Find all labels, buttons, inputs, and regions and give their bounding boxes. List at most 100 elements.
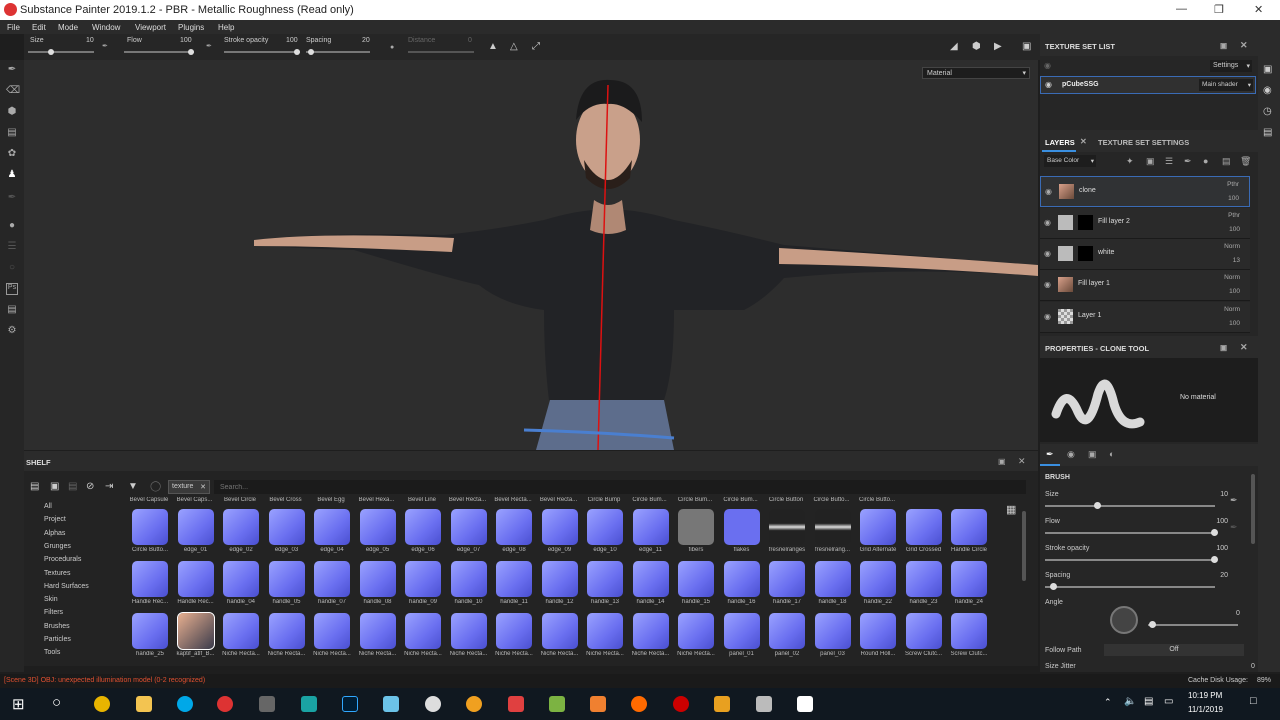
pen-pressure-icon[interactable]: ✒ <box>1230 495 1238 506</box>
effect-icon[interactable]: ✦ <box>1126 156 1134 167</box>
layer-row[interactable]: ◉ Fill layer 2 Pthr 100 <box>1040 208 1250 239</box>
resource-thumbnail[interactable] <box>314 613 350 649</box>
material-tab-icon[interactable]: ◐ <box>1109 449 1114 459</box>
close-icon[interactable]: ✕ <box>1254 3 1263 16</box>
layer-row[interactable]: ◉ Layer 1 Norm 100 <box>1040 302 1250 333</box>
eraser-icon[interactable]: ⌫ <box>6 85 20 97</box>
category-particles[interactable]: Particles <box>44 636 71 643</box>
resource-thumbnail[interactable] <box>769 509 805 545</box>
shader-dropdown[interactable]: Main shader ▾ <box>1199 79 1253 91</box>
display-settings-icon[interactable]: ▣ <box>1263 64 1272 75</box>
minimize-icon[interactable]: — <box>1176 3 1187 15</box>
resource-thumbnail[interactable] <box>541 509 578 545</box>
new-folder-icon[interactable]: ▣ <box>50 481 59 492</box>
battery-icon[interactable]: ▭ <box>1164 696 1173 707</box>
texture-set-item[interactable]: ◉ pCubeSSG Main shader ▾ <box>1040 76 1256 94</box>
eye-icon[interactable]: ◉ <box>1045 80 1052 89</box>
spacing-slider-handle[interactable] <box>308 49 314 55</box>
resource-thumbnail[interactable] <box>678 561 714 597</box>
flow-slider[interactable] <box>124 51 194 53</box>
resource-thumbnail[interactable] <box>814 561 851 597</box>
menu-edit[interactable]: Edit <box>32 23 46 32</box>
resource-thumbnail[interactable] <box>905 613 942 649</box>
alpha-tab-icon[interactable]: ◉ <box>1067 449 1075 460</box>
perspective-icon[interactable]: ◢ <box>950 41 958 52</box>
eye-icon[interactable]: ◉ <box>1044 280 1051 289</box>
resource-thumbnail[interactable] <box>769 561 805 597</box>
eye-icon[interactable]: ◉ <box>1044 61 1051 70</box>
spacing-value[interactable]: 20 <box>362 37 370 44</box>
log-icon[interactable]: ▤ <box>1263 127 1272 138</box>
resource-thumbnail[interactable] <box>905 561 942 597</box>
shelf-search-input[interactable] <box>214 480 1026 494</box>
brush-flow-value[interactable]: 100 <box>1216 518 1228 525</box>
resource-thumbnail[interactable] <box>359 509 396 545</box>
resource-thumbnail[interactable] <box>496 509 532 545</box>
add-mask-icon[interactable]: ▣ <box>1146 156 1155 167</box>
pen-pressure-icon[interactable]: ✒ <box>102 42 108 50</box>
distance-slider[interactable] <box>408 51 474 53</box>
resource-thumbnail[interactable] <box>359 613 396 649</box>
stroke-opacity-value[interactable]: 100 <box>286 37 298 44</box>
resource-thumbnail[interactable] <box>223 561 259 597</box>
windows-start-icon[interactable]: ⊞ <box>12 695 25 713</box>
obs-icon[interactable] <box>259 696 275 712</box>
photoshop-icon[interactable] <box>342 696 358 712</box>
chevron-up-icon[interactable]: ⌃ <box>1104 697 1112 708</box>
category-tools[interactable]: Tools <box>44 649 60 656</box>
brush-spacing-value[interactable]: 20 <box>1220 572 1228 579</box>
resource-thumbnail[interactable] <box>632 613 669 649</box>
resource-thumbnail[interactable] <box>723 613 760 649</box>
spacing-slider[interactable] <box>306 51 370 53</box>
resource-thumbnail[interactable] <box>314 561 350 597</box>
distance-value[interactable]: 0 <box>468 37 472 44</box>
resource-thumbnail[interactable] <box>951 561 987 597</box>
hide-icon[interactable]: ⊘ <box>86 481 94 492</box>
file-explorer-icon[interactable] <box>136 696 152 712</box>
resource-thumbnail[interactable] <box>405 613 441 649</box>
projection-icon[interactable]: ⬢ <box>6 106 18 118</box>
tab-layers[interactable]: LAYERS <box>1045 138 1075 147</box>
video-record-icon[interactable]: ▶ <box>994 41 1002 52</box>
notification-icon[interactable]: □ <box>1250 695 1257 707</box>
layer-opacity[interactable]: 100 <box>1229 320 1240 327</box>
color-picker-icon[interactable]: ✒ <box>6 192 18 204</box>
angle-dial[interactable] <box>1110 606 1138 634</box>
resource-thumbnail[interactable] <box>132 509 168 545</box>
resource-thumbnail[interactable] <box>951 509 987 545</box>
volume-icon[interactable]: 🔈 <box>1124 696 1136 707</box>
category-grunges[interactable]: Grunges <box>44 543 71 550</box>
app-icon[interactable] <box>756 696 772 712</box>
skype-icon[interactable] <box>177 696 193 712</box>
resource-thumbnail[interactable] <box>678 613 714 649</box>
grid-view-icon[interactable]: ▦ <box>1006 503 1016 516</box>
clock-date[interactable]: 11/1/2019 <box>1188 705 1223 714</box>
resource-thumbnail[interactable] <box>450 613 487 649</box>
resource-thumbnail[interactable] <box>132 613 168 649</box>
brush-size-slider[interactable] <box>1045 505 1215 507</box>
substance-designer-icon[interactable] <box>590 696 606 712</box>
brush-stroke-opacity-slider-handle[interactable] <box>1211 556 1218 563</box>
resource-thumbnail[interactable] <box>405 561 441 597</box>
app-icon[interactable] <box>673 696 689 712</box>
3d-viewport[interactable]: Material ▾ <box>24 60 1038 450</box>
shader-settings-icon[interactable]: ◉ <box>1263 85 1272 96</box>
menu-file[interactable]: File <box>7 23 20 32</box>
size-value[interactable]: 10 <box>86 37 94 44</box>
resource-thumbnail[interactable] <box>723 561 760 597</box>
stroke-opacity-slider[interactable] <box>224 51 300 53</box>
brush-stroke-opacity-slider[interactable] <box>1045 559 1215 561</box>
undock-icon[interactable]: ▣ <box>1220 343 1227 352</box>
layer-opacity[interactable]: 13 <box>1233 257 1240 264</box>
layer-blend-mode[interactable]: Norm <box>1224 274 1240 281</box>
layer-opacity[interactable]: 100 <box>1229 288 1240 295</box>
history-icon[interactable]: ◷ <box>1263 106 1272 117</box>
symmetry-settings-icon[interactable]: △ <box>510 41 518 52</box>
photoshop-icon[interactable]: Ps <box>6 283 18 295</box>
brush-tab-icon[interactable]: ✒ <box>1046 449 1054 460</box>
symmetry-axis-icon[interactable]: ⤢ <box>532 41 540 52</box>
resource-thumbnail[interactable] <box>496 561 532 597</box>
iray-icon[interactable]: ○ <box>6 262 18 274</box>
resource-thumbnail[interactable] <box>587 561 623 597</box>
pen-pressure-icon[interactable]: ✒ <box>1230 522 1238 533</box>
